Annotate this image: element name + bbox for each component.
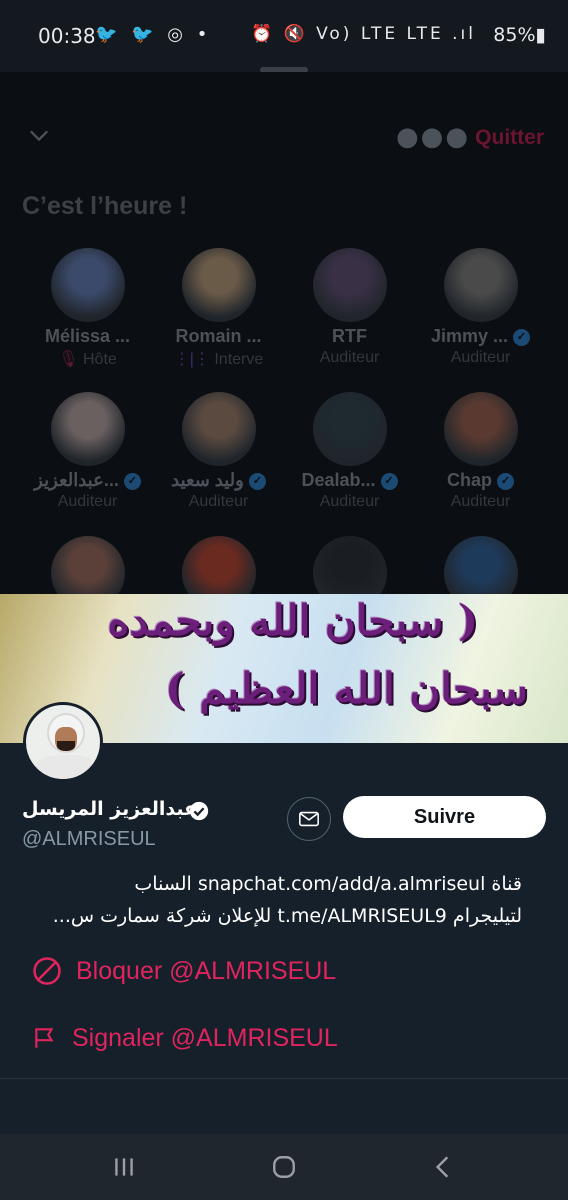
participant-name: Dealab... ✓ <box>284 470 415 491</box>
chevron-down-icon[interactable] <box>28 124 50 146</box>
participant[interactable]: Chap ✓ Auditeur <box>415 392 546 511</box>
participant[interactable]: عبدالعزيز... ✓ Auditeur <box>22 392 153 511</box>
sheet-bottom-area <box>0 1078 568 1134</box>
participant-name: RTF <box>332 326 367 346</box>
participant[interactable]: Romain ... ⋮|⋮ Interve <box>153 248 284 369</box>
participant-avatar <box>443 248 518 322</box>
profile-bio: قناة snapchat.com/add/a.almriseul السناب… <box>22 868 522 932</box>
system-navigation-bar <box>0 1134 568 1200</box>
participant-role: ⋮|⋮ Interve <box>173 351 264 368</box>
banner-text-line1: ( سبحان الله وبحمده <box>107 596 478 645</box>
signal-icons: ⏰ 🔇 Vo) LTE LTE .ıl <box>250 24 476 44</box>
verified-badge-icon: ✓ <box>513 328 531 346</box>
battery-level: 85%▮ <box>493 24 546 46</box>
block-user-button[interactable]: Bloquer @ALMRISEUL <box>32 956 336 986</box>
block-label: Bloquer @ALMRISEUL <box>76 956 337 985</box>
notification-icons: 🐦 🐦 ◎ • <box>95 24 212 45</box>
speaking-icon: ⋮|⋮ <box>173 351 215 368</box>
verified-badge-icon: ✓ <box>123 472 141 490</box>
participant-name: وليد سعيد ✓ <box>153 470 284 491</box>
profile-handle: @ALMRISEUL <box>22 828 156 850</box>
banner-text-line2: سبحان الله العظيم ) <box>164 664 528 713</box>
verified-badge-icon <box>189 801 209 821</box>
participant-name: Mélissa ... <box>44 326 131 346</box>
follow-button[interactable]: Suivre <box>343 796 546 838</box>
participant-avatar <box>50 392 125 466</box>
participant-avatar <box>312 392 387 466</box>
verified-badge-icon: ✓ <box>248 472 266 490</box>
report-label: Signaler @ALMRISEUL <box>72 1023 338 1052</box>
participant[interactable]: Mélissa ... 🎙 Hôte <box>22 248 153 369</box>
space-title: C’est l’heure ! <box>22 192 188 220</box>
quit-button[interactable]: Quitter <box>475 126 544 150</box>
status-time: 00:38 <box>38 24 96 48</box>
bio-line[interactable]: لتيليجرام t.me/ALMRISEUL9 للإعلان شركة س… <box>22 900 522 932</box>
mail-icon <box>299 811 319 827</box>
bio-line[interactable]: قناة snapchat.com/add/a.almriseul السناب <box>22 868 522 900</box>
participant-avatar <box>181 248 256 322</box>
participant[interactable]: وليد سعيد ✓ Auditeur <box>153 392 284 511</box>
profile-avatar[interactable] <box>23 702 103 782</box>
message-button[interactable] <box>287 797 331 841</box>
space-overlay-background: ●●● Quitter C’est l’heure ! Mélissa ... 🎙… <box>0 72 568 610</box>
participant-name: Romain ... <box>175 326 262 346</box>
back-icon[interactable] <box>430 1154 456 1180</box>
more-options-icon[interactable]: ●●● <box>396 122 470 152</box>
participant[interactable]: Dealab... ✓ Auditeur <box>284 392 415 511</box>
participant-role: Auditeur <box>319 349 380 366</box>
participant[interactable]: Jimmy ... ✓ Auditeur <box>415 248 546 367</box>
home-icon[interactable] <box>271 1154 297 1180</box>
verified-badge-icon: ✓ <box>380 472 398 490</box>
participant-role: Auditeur <box>450 349 511 366</box>
participant-role: Auditeur <box>319 493 380 510</box>
verified-badge-icon: ✓ <box>497 472 514 490</box>
participant-role: 🎙 Hôte <box>58 351 117 368</box>
recent-apps-icon[interactable] <box>111 1154 137 1180</box>
participant-avatar <box>181 392 256 466</box>
participant-avatar <box>443 392 518 466</box>
participant-name: عبدالعزيز... ✓ <box>22 470 153 491</box>
participant-avatar <box>312 248 387 322</box>
profile-display-name: عبدالعزيز المريسل <box>22 798 198 820</box>
participant-role: Auditeur <box>188 493 249 510</box>
participant[interactable]: RTF Auditeur <box>284 248 415 367</box>
flag-icon <box>35 1028 54 1049</box>
participant-avatar <box>50 248 125 322</box>
block-icon <box>33 957 61 986</box>
participant-name: Jimmy ... ✓ <box>415 326 546 347</box>
mic-off-icon: 🎙 <box>58 351 83 368</box>
report-user-button[interactable]: Signaler @ALMRISEUL <box>32 1023 338 1053</box>
participant-name: Chap ✓ <box>415 470 546 491</box>
participant-role: Auditeur <box>57 493 118 510</box>
participant-role: Auditeur <box>450 493 511 510</box>
status-bar: 00:38 🐦 🐦 ◎ • ⏰ 🔇 Vo) LTE LTE .ıl 85%▮ <box>0 0 568 72</box>
